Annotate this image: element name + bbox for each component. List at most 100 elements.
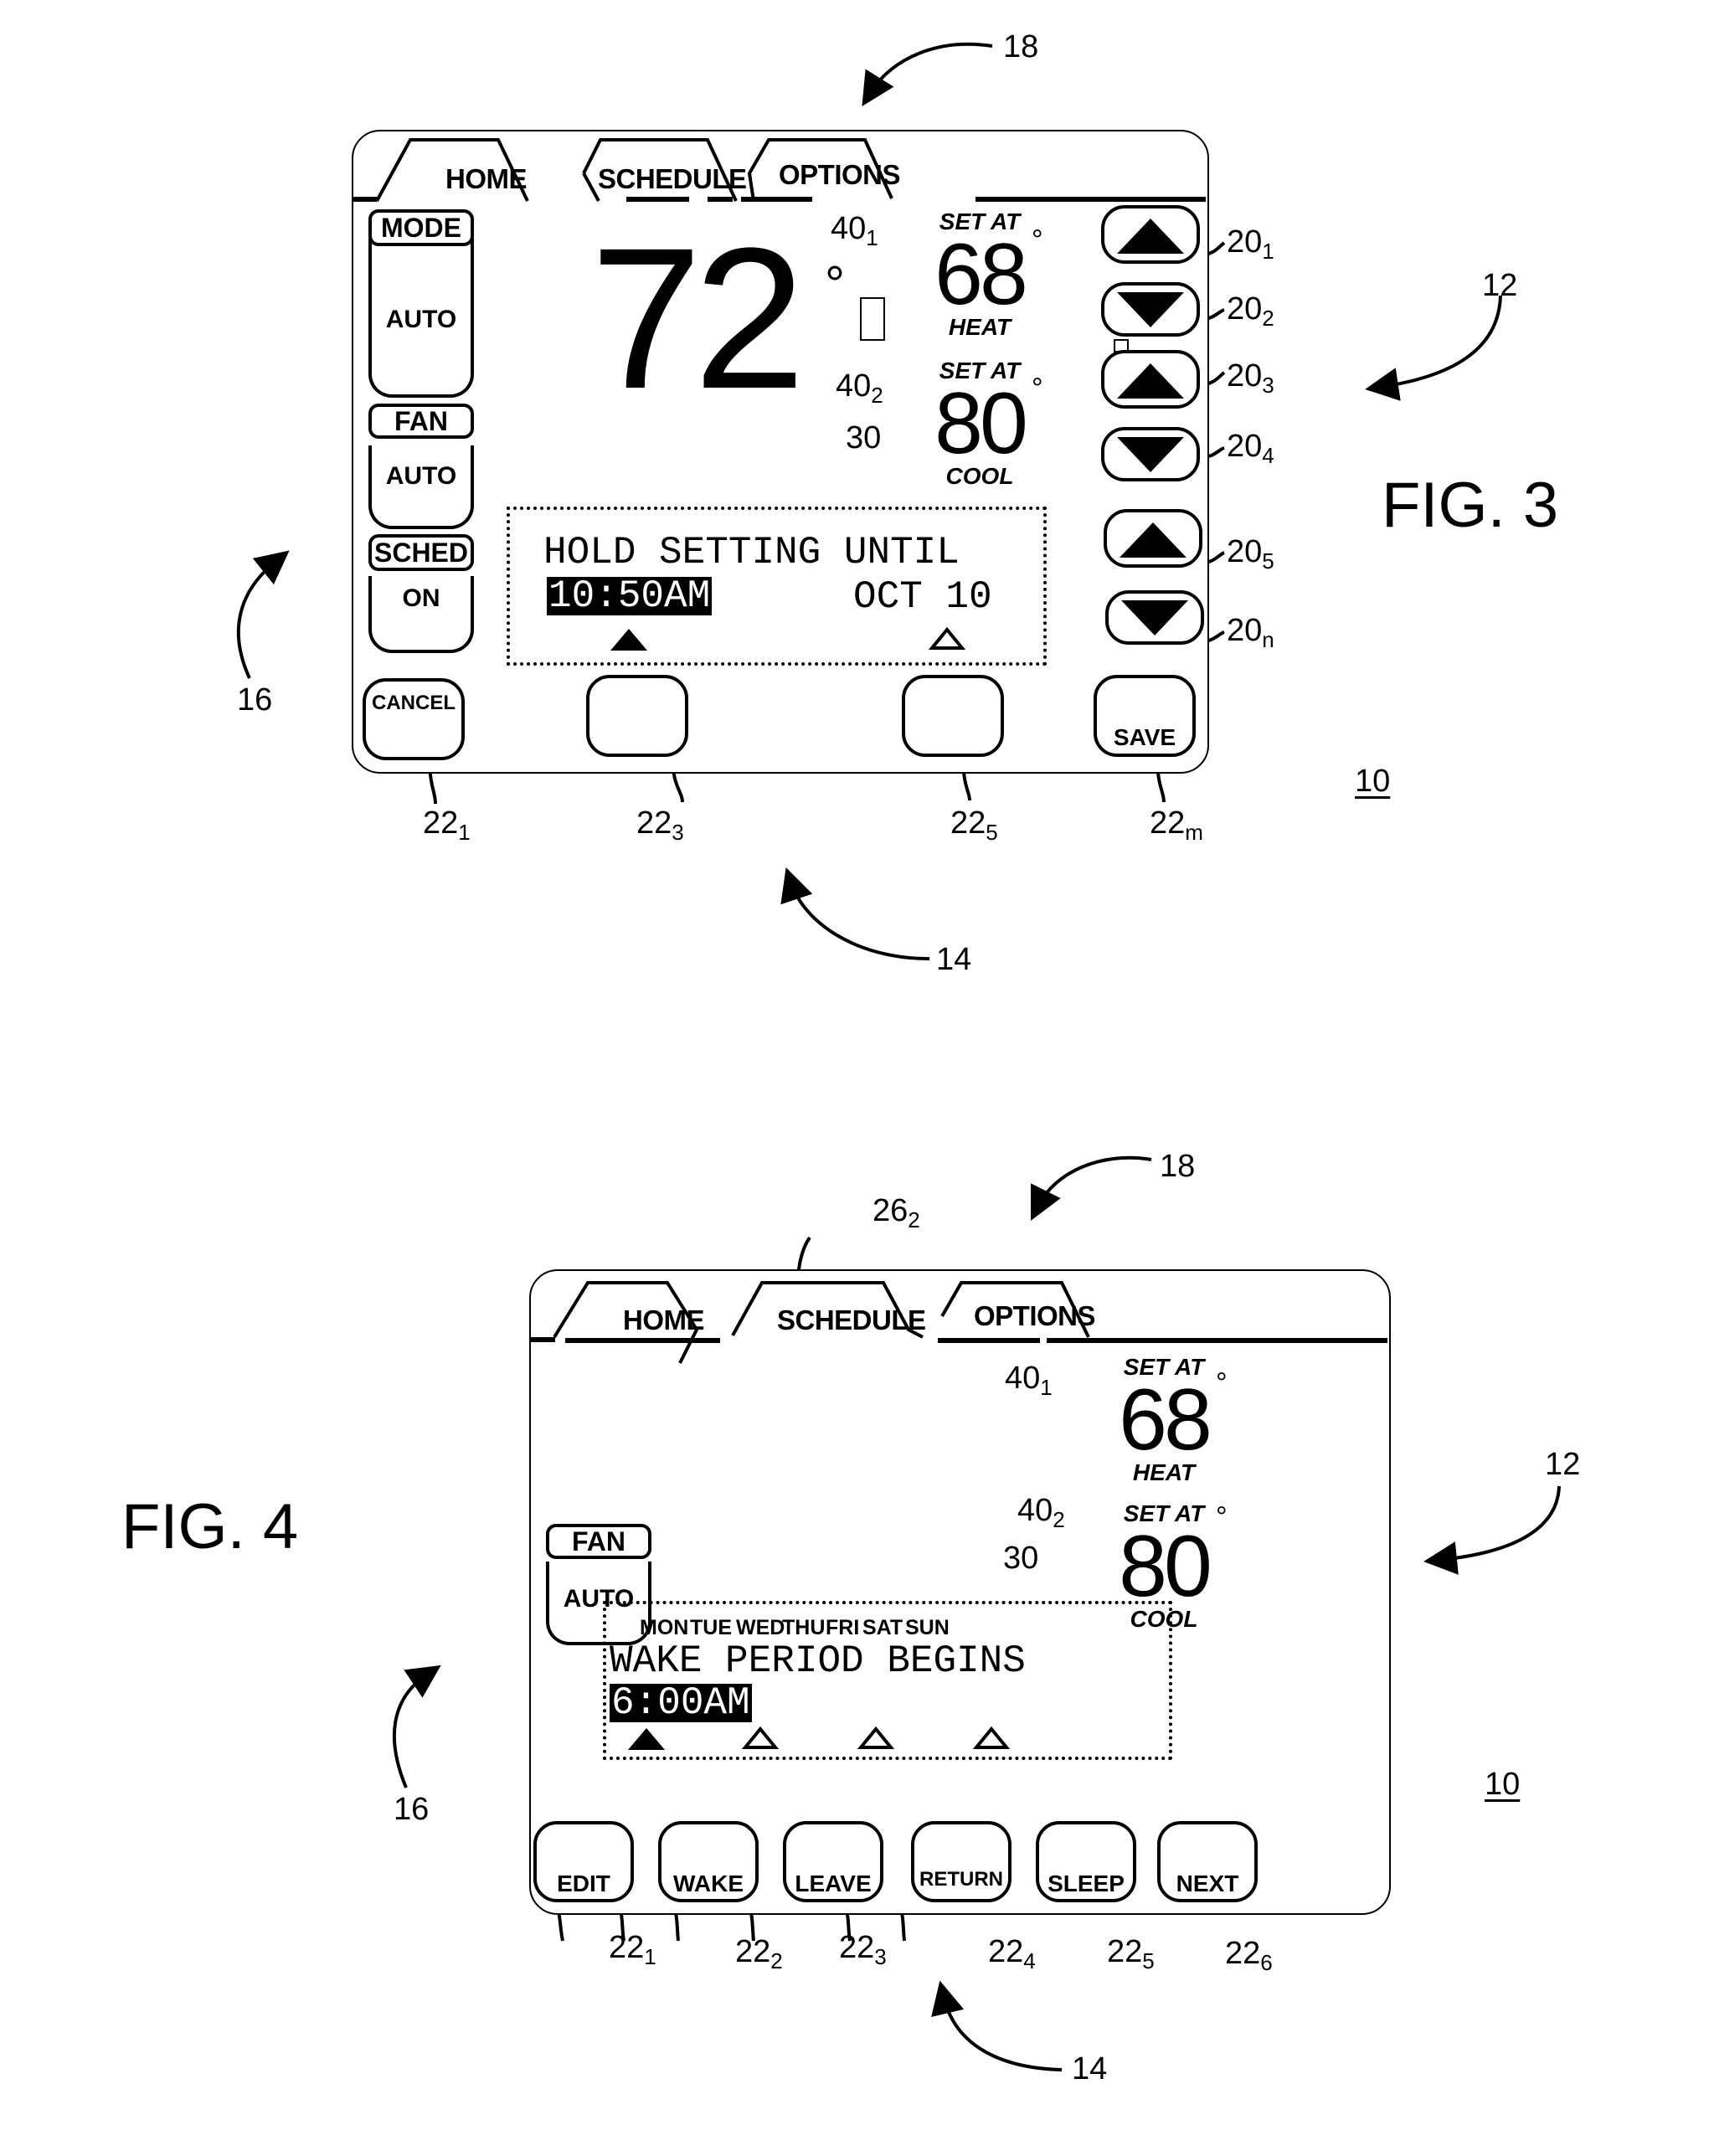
- sleep-button[interactable]: SLEEP: [1036, 1821, 1136, 1902]
- fan-label: FAN: [368, 404, 474, 439]
- callout-arrow-16: [236, 550, 290, 679]
- ref-22-5-fig4: 225: [1107, 1934, 1155, 1973]
- ref-22-m: 22m: [1150, 805, 1203, 845]
- ref-22-2-fig4: 222: [735, 1934, 783, 1973]
- message-display: HOLD SETTING UNTIL 10:50AM OCT 10: [507, 507, 1047, 666]
- ref-40-2-fig4: 402: [1017, 1493, 1065, 1532]
- display-time[interactable]: 10:50AM: [547, 577, 713, 615]
- selector-inactive-icon: [742, 1726, 779, 1749]
- arrow-up-icon: [1120, 522, 1187, 558]
- ref-20-3: 203: [1227, 358, 1274, 398]
- cool-setpoint-value: 80: [1119, 1518, 1212, 1615]
- callout-arrow-14-fig4: [931, 1980, 1063, 2071]
- current-temperature: 72: [590, 206, 806, 430]
- heat-setpoint-value: 68: [1119, 1371, 1212, 1469]
- heat-setpoint-down-button[interactable]: [1101, 282, 1200, 337]
- day-fri[interactable]: FRI: [826, 1616, 859, 1640]
- mode-button[interactable]: AUTO: [368, 239, 474, 398]
- tab-baseline: [530, 1337, 555, 1342]
- tab-schedule-label: SCHEDULE: [777, 1304, 926, 1335]
- cool-setpoint: SET AT 80 COOL: [925, 358, 1034, 489]
- return-button-label: RETURN: [919, 1868, 1003, 1891]
- selector-inactive-icon: [857, 1726, 894, 1749]
- day-mon[interactable]: MON: [640, 1616, 688, 1640]
- callout-arrow-12: [1365, 295, 1502, 401]
- device-ref-10: 10: [1355, 764, 1391, 799]
- ref-14-fig4: 14: [1072, 2051, 1108, 2087]
- day-wed[interactable]: WED: [736, 1616, 785, 1640]
- ref-40-1: 401: [831, 211, 878, 250]
- display-value-down-button[interactable]: [1105, 590, 1204, 645]
- day-sun[interactable]: SUN: [905, 1616, 950, 1640]
- wake-button[interactable]: WAKE: [658, 1821, 759, 1902]
- ref-16: 16: [237, 682, 273, 718]
- heat-setpoint: SET AT 68 HEAT: [925, 209, 1034, 340]
- schedule-display: MON TUE WED THU FRI SAT SUN WAKE PERIOD …: [603, 1601, 1172, 1760]
- day-thu[interactable]: THU: [782, 1616, 825, 1640]
- selector-inactive-icon: [929, 627, 965, 650]
- sched-button[interactable]: ON: [368, 576, 474, 653]
- day-sat[interactable]: SAT: [862, 1616, 903, 1640]
- leave-button[interactable]: LEAVE: [783, 1821, 883, 1902]
- ref-22-4-fig4: 224: [988, 1934, 1036, 1973]
- ref-18: 18: [1003, 29, 1039, 64]
- callout-arrow-16-fig4: [392, 1665, 441, 1788]
- heat-setpoint-up-button[interactable]: [1101, 205, 1200, 264]
- heat-degree: °: [1032, 224, 1043, 256]
- indicator-box: [860, 297, 885, 341]
- display-date[interactable]: OCT 10: [853, 575, 992, 619]
- soft-button-5[interactable]: [902, 675, 1004, 757]
- save-button[interactable]: SAVE: [1094, 675, 1196, 757]
- save-button-label: SAVE: [1113, 724, 1176, 750]
- figure-label: FIG. 3: [1382, 470, 1559, 541]
- arrow-down-icon: [1121, 600, 1188, 635]
- day-tue[interactable]: TUE: [690, 1616, 732, 1640]
- ref-20-5: 205: [1227, 534, 1274, 574]
- sched-label: SCHED: [368, 534, 474, 571]
- cool-setpoint-down-button[interactable]: [1101, 427, 1200, 481]
- arrow-down-icon: [1117, 437, 1184, 472]
- ref-20-n: 20n: [1227, 613, 1274, 652]
- cool-setpoint-value: 80: [934, 375, 1028, 472]
- heat-setpoint-fig4: SET AT 68 HEAT: [1109, 1355, 1218, 1485]
- tab-schedule-label: SCHEDULE: [598, 163, 747, 194]
- device-ref-10-fig4: 10: [1485, 1767, 1521, 1802]
- mode-value: AUTO: [385, 306, 457, 333]
- ref-22-5: 225: [950, 805, 998, 845]
- selector-active-icon: [610, 629, 647, 651]
- next-button-label: NEXT: [1176, 1870, 1239, 1896]
- cancel-button[interactable]: CANCEL: [363, 678, 465, 760]
- tab-options-label: OPTIONS: [974, 1300, 1096, 1331]
- ref-12: 12: [1482, 268, 1518, 303]
- tab-home-label: HOME: [445, 163, 528, 194]
- tab-options-label: OPTIONS: [779, 159, 901, 190]
- ref-40-2: 402: [836, 368, 883, 408]
- cancel-button-label: CANCEL: [372, 692, 456, 714]
- ref-30: 30: [846, 420, 882, 455]
- display-message: HOLD SETTING UNTIL: [543, 531, 960, 574]
- day-row: MON TUE WED THU FRI SAT SUN: [606, 1616, 1176, 1641]
- ref-22-3-fig4: 223: [839, 1930, 887, 1969]
- ref-22-6-fig4: 226: [1225, 1936, 1273, 1975]
- callout-arrow-18: [862, 42, 993, 106]
- soft-button-3[interactable]: [586, 675, 688, 757]
- current-temp-degree: °: [825, 256, 845, 312]
- ref-30-fig4: 30: [1003, 1541, 1039, 1576]
- figure-label-fig4: FIG. 4: [121, 1491, 299, 1562]
- next-button[interactable]: NEXT: [1157, 1821, 1258, 1902]
- arrow-up-icon: [1117, 363, 1184, 399]
- edit-button[interactable]: EDIT: [533, 1821, 634, 1902]
- return-button[interactable]: RETURN: [911, 1821, 1012, 1902]
- ref-22-1-fig4: 221: [609, 1930, 656, 1969]
- display-value-up-button[interactable]: [1104, 509, 1202, 568]
- callout-arrow-12-fig4: [1423, 1485, 1561, 1575]
- display-time[interactable]: 6:00AM: [610, 1684, 752, 1722]
- callout-arrow-14: [780, 867, 930, 960]
- heat-degree: °: [1216, 1367, 1228, 1399]
- fan-button[interactable]: AUTO: [368, 445, 474, 529]
- arrow-down-icon: [1117, 292, 1184, 327]
- ref-16-fig4: 16: [394, 1792, 430, 1827]
- wake-button-label: WAKE: [673, 1870, 744, 1896]
- cool-setpoint-up-button[interactable]: [1101, 350, 1200, 409]
- ref-22-3: 223: [636, 805, 684, 845]
